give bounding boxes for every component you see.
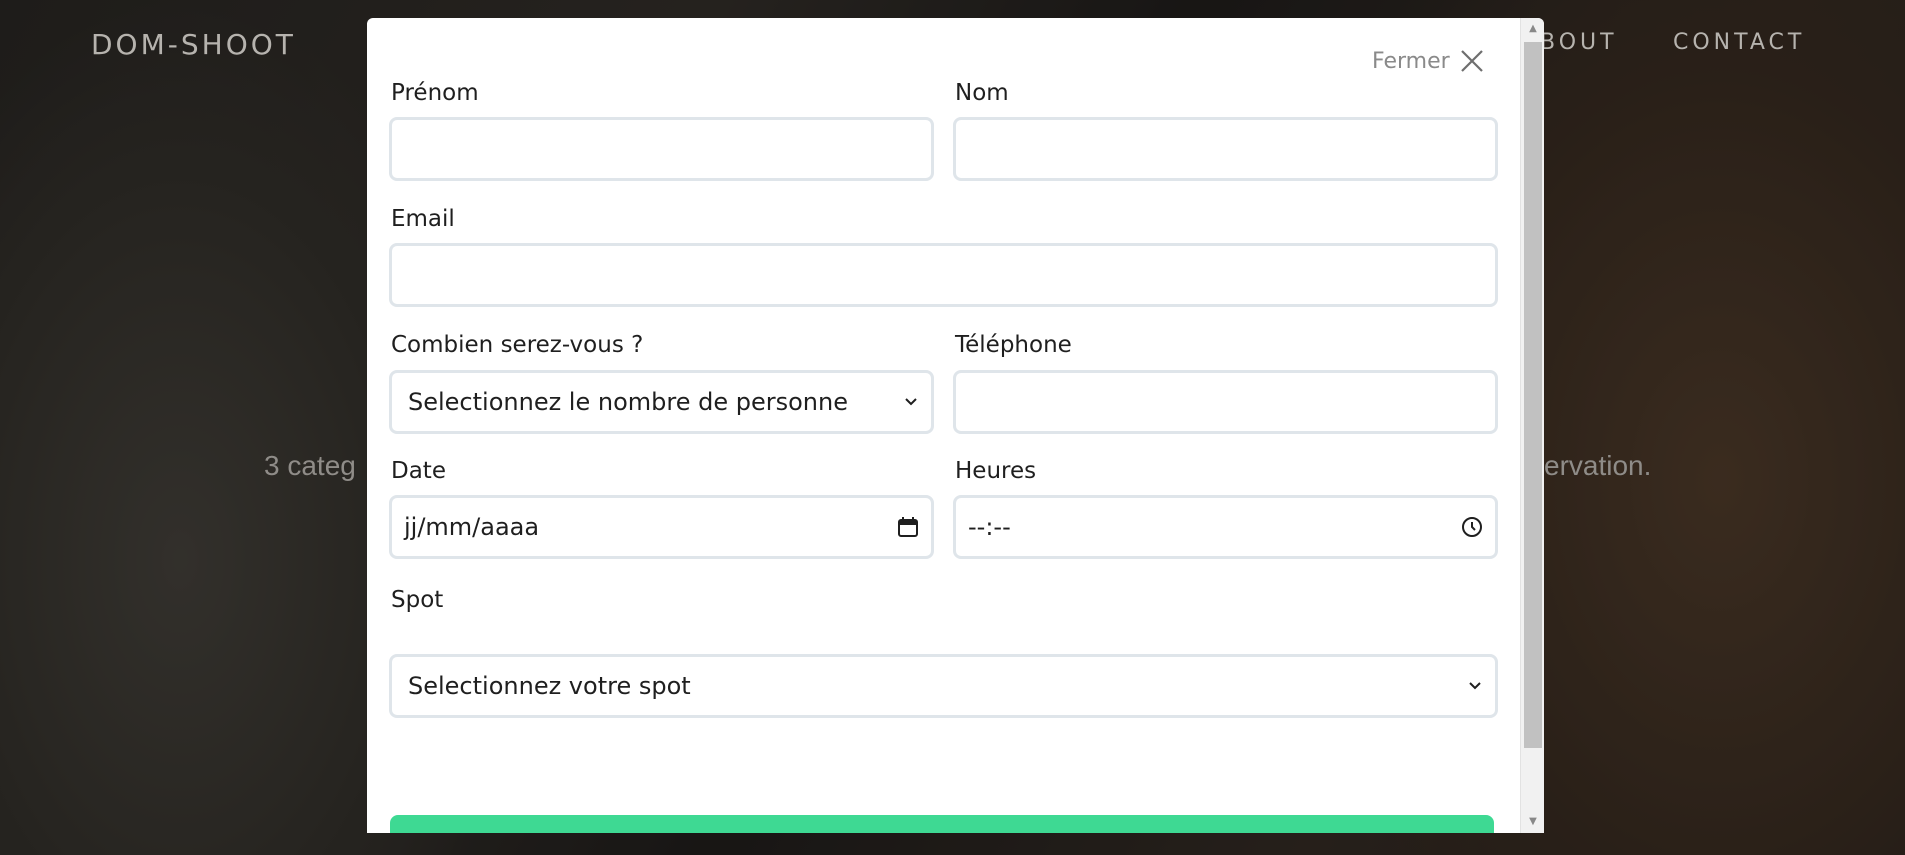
persons-select[interactable]: Selectionnez le nombre de personne	[389, 370, 934, 434]
submit-button[interactable]	[390, 815, 1494, 833]
reservation-modal: Fermer Prénom Nom Email Combien serez-vo…	[367, 18, 1544, 833]
email-label: Email	[391, 206, 455, 232]
scroll-down-arrow-icon[interactable]: ▼	[1521, 811, 1544, 833]
hero-text-right: ervation.	[1544, 450, 1652, 481]
prenom-label: Prénom	[391, 80, 479, 106]
modal-scrollbar[interactable]: ▲ ▼	[1520, 18, 1544, 833]
persons-select-value: Selectionnez le nombre de personne	[408, 388, 848, 416]
chevron-down-icon	[1455, 681, 1495, 691]
telephone-input[interactable]	[953, 370, 1498, 434]
telephone-label: Téléphone	[955, 332, 1072, 358]
calendar-icon[interactable]	[885, 516, 931, 538]
nav-link-contact[interactable]: CONTACT	[1673, 30, 1805, 55]
close-icon	[1460, 49, 1484, 73]
date-input[interactable]: jj/mm/aaaa	[389, 495, 934, 559]
date-label: Date	[391, 458, 446, 484]
scroll-up-arrow-icon[interactable]: ▲	[1521, 18, 1544, 40]
brand-logo[interactable]: DOM-SHOOT	[91, 28, 296, 61]
heures-label: Heures	[955, 458, 1037, 484]
nom-input[interactable]	[953, 117, 1498, 181]
nom-label: Nom	[955, 80, 1009, 106]
chevron-down-icon	[891, 397, 931, 407]
heures-placeholder: --:--	[968, 513, 1011, 541]
hero-text-left: 3 categ	[264, 450, 356, 481]
nav-link-about[interactable]: BOUT	[1540, 30, 1618, 55]
prenom-input[interactable]	[389, 117, 934, 181]
spot-select[interactable]: Selectionnez votre spot	[389, 654, 1498, 718]
close-button[interactable]: Fermer	[1372, 44, 1484, 78]
scroll-thumb[interactable]	[1524, 42, 1542, 748]
spot-label: Spot	[391, 587, 444, 613]
persons-label: Combien serez-vous ?	[391, 332, 644, 358]
clock-icon[interactable]	[1449, 516, 1495, 538]
email-input[interactable]	[389, 243, 1498, 307]
spot-select-value: Selectionnez votre spot	[408, 672, 691, 700]
heures-input[interactable]: --:--	[953, 495, 1498, 559]
close-label: Fermer	[1372, 48, 1450, 74]
date-placeholder: jj/mm/aaaa	[404, 513, 540, 541]
